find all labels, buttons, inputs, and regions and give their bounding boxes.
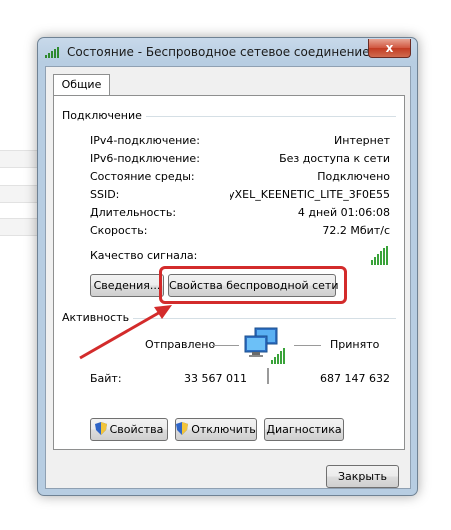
media-state-value: Подключено xyxy=(317,170,390,183)
signal-strength-icon xyxy=(371,246,388,265)
ssid-value: ZyXEL_KEENETIC_LITE_3F0E55 xyxy=(230,188,390,201)
close-button[interactable]: Закрыть xyxy=(326,465,399,488)
bytes-sent-value: 33 567 011 xyxy=(184,372,247,385)
background-window-edge xyxy=(0,218,38,236)
wireless-properties-button[interactable]: Свойства беспроводной сети xyxy=(168,274,338,297)
disconnect-button[interactable]: Отключить xyxy=(175,418,257,441)
uac-shield-icon xyxy=(176,421,189,435)
close-window-button[interactable]: x xyxy=(368,39,411,58)
status-dialog: Состояние - Беспроводное сетевое соедине… xyxy=(37,37,418,496)
sent-label: Отправлено xyxy=(145,338,216,351)
activity-signal-icon xyxy=(271,348,285,364)
tab-panel-general: Подключение IPv4-подключение: Интернет I… xyxy=(53,95,405,450)
ipv6-label: IPv6-подключение: xyxy=(90,152,200,165)
speed-label: Скорость: xyxy=(90,224,148,237)
window-title: Состояние - Беспроводное сетевое соедине… xyxy=(67,45,370,59)
tab-general[interactable]: Общие xyxy=(53,74,110,96)
ipv4-value: Интернет xyxy=(334,134,390,147)
disconnect-button-label: Отключить xyxy=(191,423,256,436)
details-button[interactable]: Сведения... xyxy=(90,274,164,297)
speed-value: 72.2 Мбит/с xyxy=(322,224,390,237)
background-window-edge xyxy=(0,150,38,168)
ssid-label: SSID: xyxy=(90,188,120,201)
duration-value: 4 дней 01:06:08 xyxy=(297,206,390,219)
background-window-edge xyxy=(0,185,38,203)
title-bar[interactable]: Состояние - Беспроводное сетевое соедине… xyxy=(38,38,417,66)
uac-shield-icon xyxy=(94,421,107,435)
received-line xyxy=(294,345,321,346)
bytes-label: Байт: xyxy=(90,372,122,385)
ipv6-value: Без доступа к сети xyxy=(279,152,390,165)
activity-divider xyxy=(267,368,269,384)
duration-label: Длительность: xyxy=(90,206,177,219)
signal-quality-label: Качество сигнала: xyxy=(90,249,198,262)
properties-button[interactable]: Свойства xyxy=(90,418,168,441)
activity-group-label: Активность xyxy=(62,311,134,324)
diagnostics-button[interactable]: Диагностика xyxy=(264,418,344,441)
sent-line xyxy=(212,345,239,346)
bytes-received-value: 687 147 632 xyxy=(320,372,390,385)
wireless-network-icon xyxy=(45,46,61,58)
connection-group-label: Подключение xyxy=(62,109,146,122)
received-label: Принято xyxy=(330,338,380,351)
properties-button-label: Свойства xyxy=(109,423,164,436)
ipv4-label: IPv4-подключение: xyxy=(90,134,200,147)
media-state-label: Состояние среды: xyxy=(90,170,195,183)
dialog-client-area: Общие Подключение IPv4-подключение: Инте… xyxy=(45,66,411,489)
